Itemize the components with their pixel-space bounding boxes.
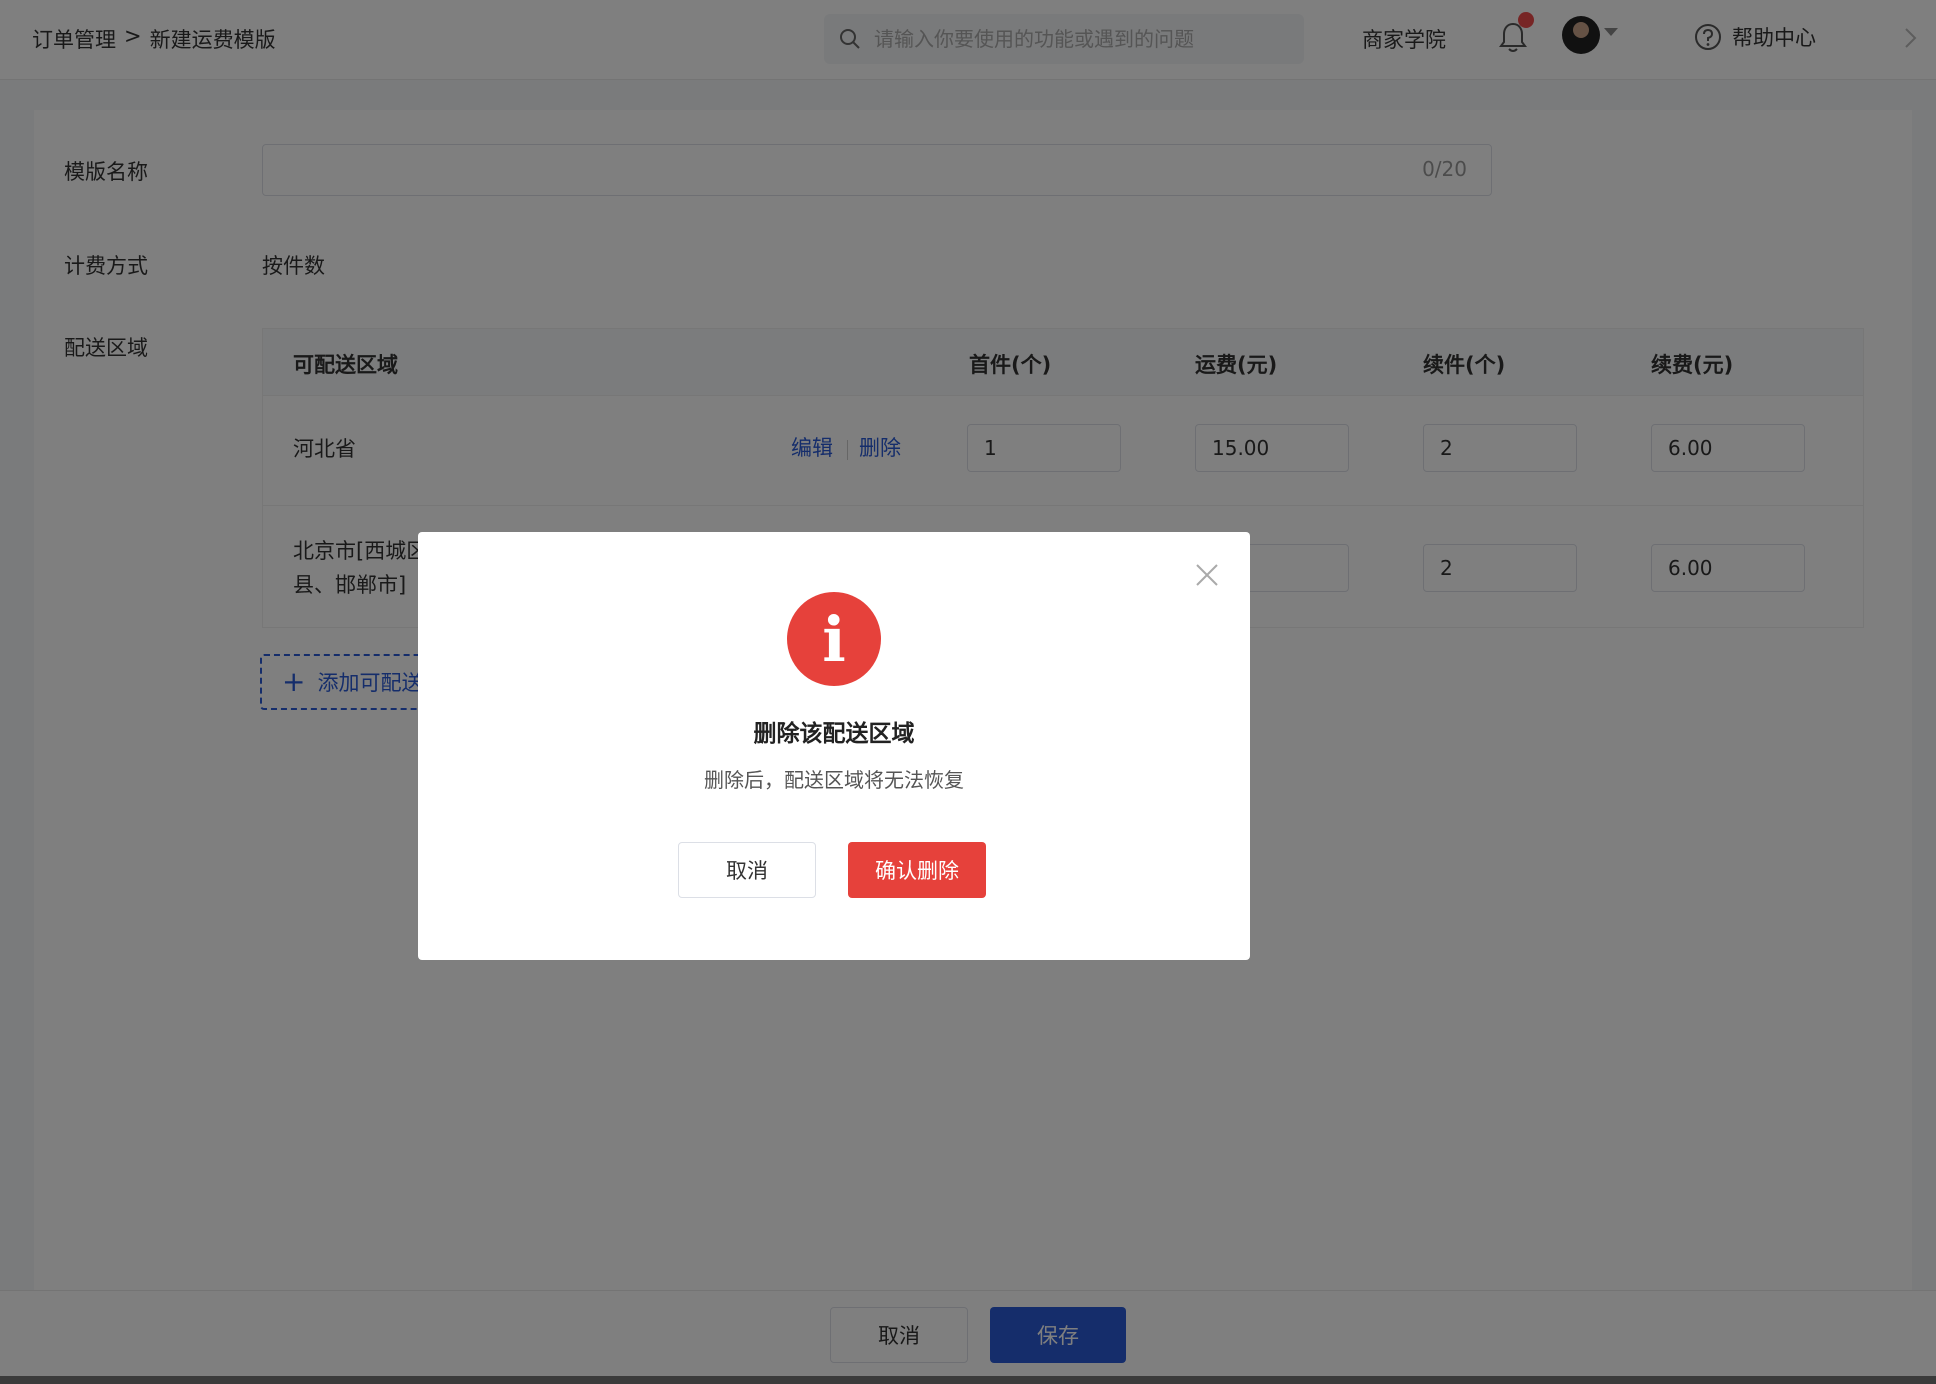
dialog-description: 删除后，配送区域将无法恢复 — [704, 768, 964, 792]
dialog-cancel-button[interactable]: 取消 — [678, 842, 816, 898]
info-icon: i — [787, 592, 881, 686]
delete-confirm-dialog: i 删除该配送区域 删除后，配送区域将无法恢复 取消 确认删除 — [418, 532, 1250, 960]
close-icon[interactable] — [1192, 560, 1222, 590]
dialog-title: 删除该配送区域 — [753, 721, 915, 747]
confirm-delete-button[interactable]: 确认删除 — [848, 842, 986, 898]
